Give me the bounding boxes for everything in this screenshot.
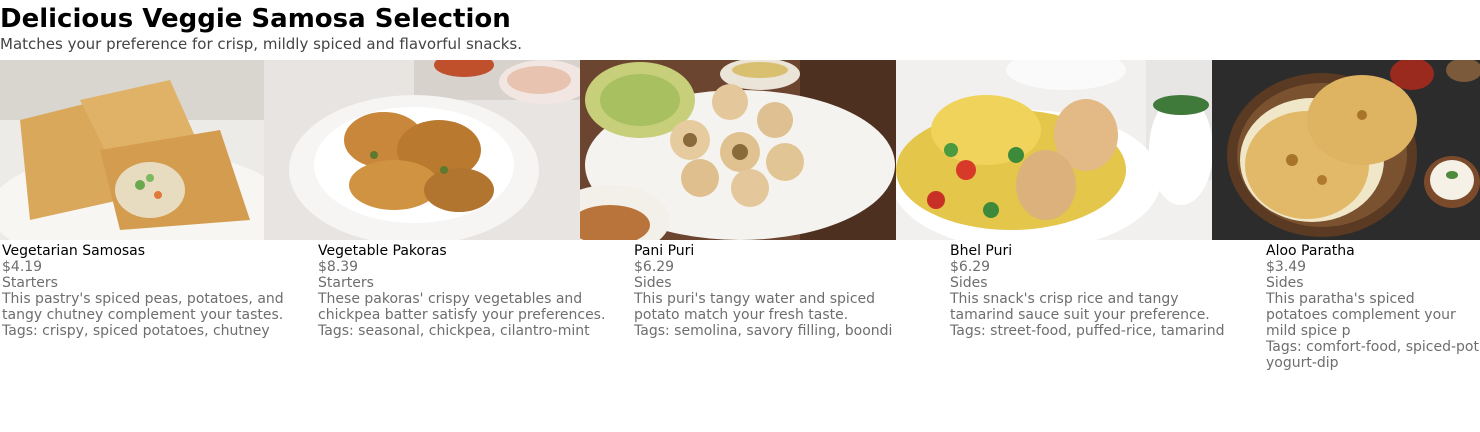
product-name: Aloo Paratha — [1266, 243, 1355, 259]
product-description: This puri's tangy water and spiced potat… — [634, 291, 876, 323]
product-tags: Tags: seasonal, chickpea, cilantro-mint — [318, 323, 590, 339]
product-description: This pastry's spiced peas, potatoes, and… — [2, 291, 284, 323]
product-category: Sides — [634, 275, 672, 291]
product-price: $6.29 — [950, 259, 991, 275]
product-description: This snack's crisp rice and tangy tamari… — [950, 291, 1210, 323]
product-tags: Tags: street-food, puffed-rice, tamarind — [950, 323, 1225, 339]
pakora-photo[interactable] — [264, 60, 580, 240]
aloo-paratha-photo[interactable] — [1212, 60, 1480, 240]
samosa-photo[interactable] — [0, 60, 264, 240]
product-price: $3.49 — [1266, 259, 1307, 275]
page-subtitle: Matches your preference for crisp, mildl… — [0, 35, 522, 53]
product-category: Starters — [2, 275, 58, 291]
bhel-puri-photo[interactable] — [896, 60, 1212, 240]
product-row: Vegetarian Samosas $4.19 Starters This p… — [0, 60, 1480, 432]
product-card[interactable]: Pani Puri $6.29 Sides This puri's tangy … — [580, 60, 896, 432]
product-info: Vegetable Pakoras $8.39 Starters These p… — [318, 243, 608, 339]
product-tags: Tags: semolina, savory filling, boondi — [634, 323, 893, 339]
product-info: Bhel Puri $6.29 Sides This snack's crisp… — [950, 243, 1240, 339]
product-price: $8.39 — [318, 259, 359, 275]
product-description: This paratha's spiced potatoes complemen… — [1266, 291, 1456, 339]
product-description: These pakoras' crispy vegetables and chi… — [318, 291, 606, 323]
product-name: Vegetarian Samosas — [2, 243, 146, 259]
product-card[interactable]: Bhel Puri $6.29 Sides This snack's crisp… — [896, 60, 1225, 432]
product-category: Sides — [1266, 275, 1304, 291]
product-price: $6.29 — [634, 259, 675, 275]
product-category: Starters — [318, 275, 374, 291]
product-tags: Tags: crispy, spiced potatoes, chutney — [2, 323, 270, 339]
page-title: Delicious Veggie Samosa Selection — [0, 4, 511, 34]
product-name: Pani Puri — [634, 243, 695, 259]
product-category: Sides — [950, 275, 988, 291]
product-price: $4.19 — [2, 259, 43, 275]
product-card[interactable]: Aloo Paratha $3.49 Sides This paratha's … — [1212, 60, 1480, 432]
product-tags: Tags: comfort-food, spiced-pot yogurt-di… — [1266, 339, 1479, 371]
product-info: Pani Puri $6.29 Sides This puri's tangy … — [634, 243, 924, 339]
product-info: Aloo Paratha $3.49 Sides This paratha's … — [1266, 243, 1480, 371]
product-name: Vegetable Pakoras — [318, 243, 447, 259]
product-info: Vegetarian Samosas $4.19 Starters This p… — [2, 243, 292, 339]
product-card[interactable]: Vegetable Pakoras $8.39 Starters These p… — [264, 60, 605, 432]
pani-puri-photo[interactable] — [580, 60, 896, 240]
product-name: Bhel Puri — [950, 243, 1013, 259]
